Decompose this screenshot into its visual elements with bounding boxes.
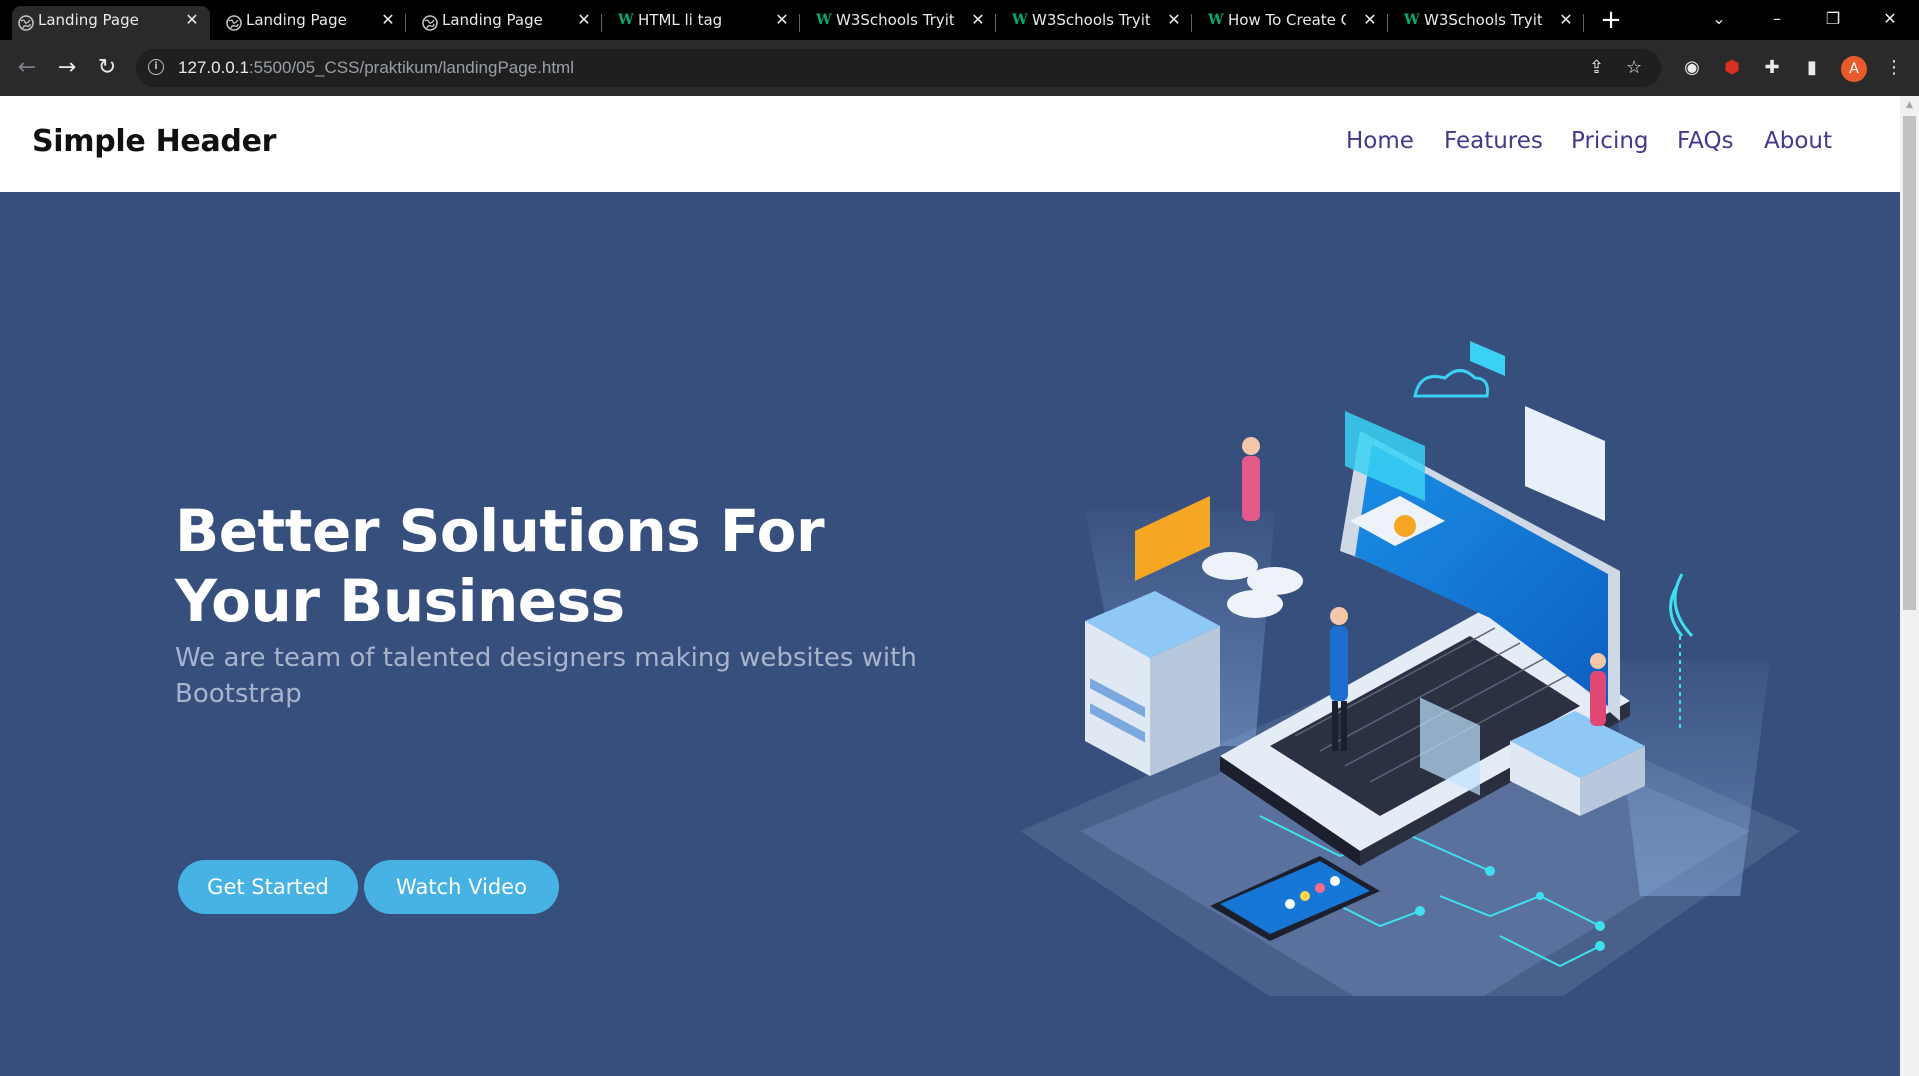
tab-search-icon[interactable]: ⌄ [1699, 4, 1739, 34]
close-tab-icon[interactable]: ✕ [970, 6, 986, 34]
share-icon[interactable]: ⇪ [1589, 58, 1604, 78]
w3schools-icon: W [1404, 12, 1420, 28]
forward-icon[interactable]: → [53, 54, 81, 82]
tab-title: How To Create Ci [1228, 11, 1346, 29]
scroll-up-arrow-icon[interactable]: ▲ [1900, 98, 1919, 112]
hero-illustration [1020, 341, 1800, 996]
tab-w3schools-tryit-2[interactable]: W W3Schools Tryit E ✕ [1006, 6, 1192, 40]
ublock-icon[interactable]: ⬢ [1720, 56, 1744, 80]
tab-landing-page-1[interactable]: Landing Page ✕ [12, 6, 210, 40]
nav-link-features[interactable]: Features [1444, 128, 1543, 154]
tab-strip: Landing Page ✕ Landing Page ✕ Landing Pa… [0, 0, 1919, 40]
close-tab-icon[interactable]: ✕ [1166, 6, 1182, 34]
get-started-button[interactable]: Get Started [178, 860, 358, 914]
nav-link-home[interactable]: Home [1346, 128, 1414, 154]
watch-video-button[interactable]: Watch Video [364, 860, 559, 914]
back-icon[interactable]: ← [13, 54, 41, 82]
tab-separator [405, 14, 406, 32]
tab-title: Landing Page [246, 11, 347, 29]
close-tab-icon[interactable]: ✕ [1362, 6, 1378, 34]
side-panel-icon[interactable]: ▮ [1800, 56, 1824, 80]
scroll-thumb[interactable] [1903, 116, 1916, 610]
nav-link-faqs[interactable]: FAQs [1677, 128, 1734, 154]
profile-avatar[interactable]: A [1841, 56, 1867, 82]
close-tab-icon[interactable]: ✕ [380, 6, 396, 34]
tab-separator [799, 14, 800, 32]
site-header: Simple Header Home Features Pricing FAQs… [0, 96, 1900, 192]
extensions-puzzle-icon[interactable]: ✚ [1760, 56, 1784, 80]
address-bar[interactable]: i 127.0.0.1:5500/05_CSS/praktikum/landin… [136, 49, 1661, 87]
tab-html-li-tag[interactable]: W HTML li tag ✕ [612, 6, 800, 40]
tab-title: W3Schools Tryit E [1424, 11, 1542, 29]
browser-toolbar: ← → ↻ i 127.0.0.1:5500/05_CSS/praktikum/… [0, 40, 1919, 96]
tab-separator [601, 14, 602, 32]
globe-icon [422, 12, 438, 31]
extension-spy-icon[interactable]: ◉ [1680, 56, 1704, 80]
tab-w3schools-tryit-3[interactable]: W W3Schools Tryit E ✕ [1398, 6, 1584, 40]
tab-separator [1191, 14, 1192, 32]
close-window-icon[interactable]: ✕ [1870, 4, 1910, 34]
tab-landing-page-3[interactable]: Landing Page ✕ [416, 6, 602, 40]
hero-title: Better Solutions For Your Business [175, 497, 825, 635]
page-scrollbar[interactable]: ▲ [1900, 96, 1919, 1076]
page-viewport: Simple Header Home Features Pricing FAQs… [0, 96, 1900, 1076]
w3schools-icon: W [618, 12, 634, 28]
tab-landing-page-2[interactable]: Landing Page ✕ [220, 6, 406, 40]
globe-icon [226, 12, 242, 31]
hero-subtitle: We are team of talented designers making… [175, 643, 917, 709]
close-tab-icon[interactable]: ✕ [1558, 6, 1574, 34]
globe-icon [18, 12, 34, 31]
w3schools-icon: W [816, 12, 832, 28]
close-tab-icon[interactable]: ✕ [774, 6, 790, 34]
site-brand[interactable]: Simple Header [32, 124, 276, 159]
w3schools-icon: W [1208, 12, 1224, 28]
tab-title: Landing Page [38, 11, 139, 29]
w3schools-icon: W [1012, 12, 1028, 28]
bookmark-star-icon[interactable]: ☆ [1626, 58, 1642, 78]
site-info-icon[interactable]: i [148, 59, 164, 75]
close-tab-icon[interactable]: ✕ [576, 6, 592, 34]
address-url: 127.0.0.1:5500/05_CSS/praktikum/landingP… [178, 58, 574, 77]
tab-separator [1387, 14, 1388, 32]
tab-w3schools-tryit-1[interactable]: W W3Schools Tryit E ✕ [810, 6, 996, 40]
nav-link-about[interactable]: About [1764, 128, 1832, 154]
tab-title: W3Schools Tryit E [1032, 11, 1150, 29]
tab-title: W3Schools Tryit E [836, 11, 954, 29]
close-tab-icon[interactable]: ✕ [184, 6, 200, 34]
restore-icon[interactable]: ❐ [1813, 4, 1853, 34]
new-tab-button[interactable]: + [1597, 6, 1625, 34]
menu-kebab-icon[interactable]: ⋮ [1882, 56, 1906, 80]
tab-separator [1583, 14, 1584, 32]
reload-icon[interactable]: ↻ [93, 54, 121, 82]
minimize-icon[interactable]: – [1757, 4, 1797, 34]
tab-separator [995, 14, 996, 32]
tab-title: HTML li tag [638, 11, 723, 29]
nav-link-pricing[interactable]: Pricing [1571, 128, 1649, 154]
tab-title: Landing Page [442, 11, 543, 29]
tab-how-to-create[interactable]: W How To Create Ci ✕ [1202, 6, 1388, 40]
